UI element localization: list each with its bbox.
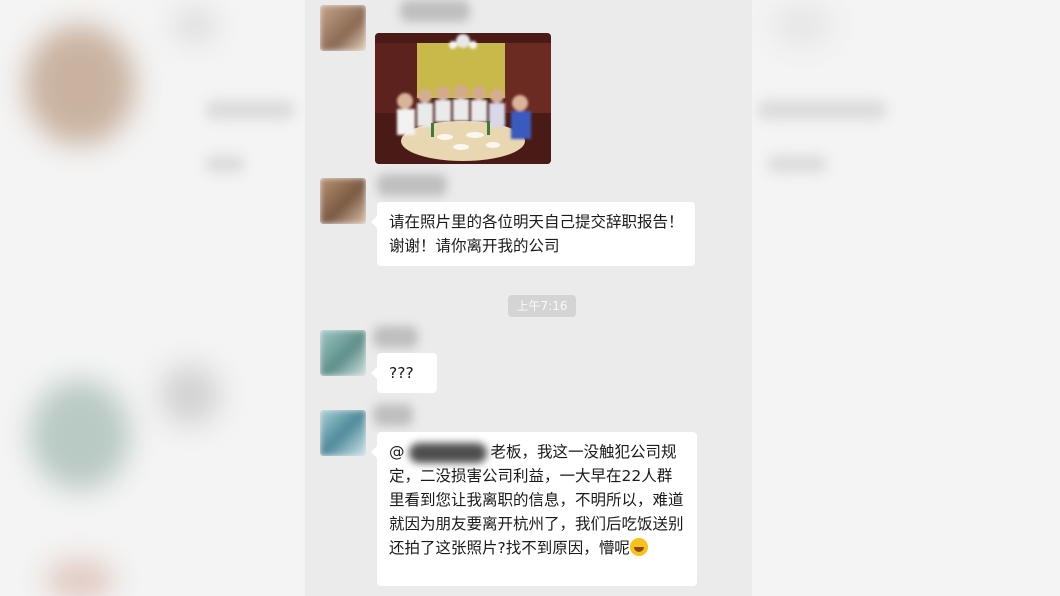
message-timestamp: 上午7:16 xyxy=(508,295,576,317)
sender-avatar[interactable] xyxy=(320,410,366,456)
message-text: 请在照片里的各位明天自己提交辞职报告！谢谢！请你离开我的公司 xyxy=(389,213,684,255)
sender-avatar[interactable] xyxy=(320,5,366,51)
mention-symbol: @ xyxy=(389,443,405,461)
blurred-background-right xyxy=(752,0,1060,596)
laughing-emoji-icon xyxy=(629,538,648,556)
message-text: ??? xyxy=(389,364,414,382)
sender-avatar[interactable] xyxy=(320,178,366,224)
message-bubble[interactable]: ??? xyxy=(371,353,437,393)
sender-name-redacted xyxy=(377,174,447,196)
sender-name-redacted xyxy=(400,0,470,22)
message-bubble[interactable]: 请在照片里的各位明天自己提交辞职报告！谢谢！请你离开我的公司 xyxy=(371,202,695,266)
chat-window[interactable]: 请在照片里的各位明天自己提交辞职报告！谢谢！请你离开我的公司 上午7:16 ??… xyxy=(305,0,752,596)
shared-photo[interactable] xyxy=(375,33,551,164)
dinner-photo-image xyxy=(375,33,551,164)
message-bubble[interactable]: @ 老板，我这一没触犯公司规定，二没损害公司利益，一大早在22人群里看到您让我离职… xyxy=(371,432,697,586)
redacted-mention xyxy=(408,442,487,463)
sender-name-redacted xyxy=(373,404,413,426)
sender-name-redacted xyxy=(373,326,418,348)
sender-avatar[interactable] xyxy=(320,330,366,376)
blurred-background-left xyxy=(0,0,305,596)
